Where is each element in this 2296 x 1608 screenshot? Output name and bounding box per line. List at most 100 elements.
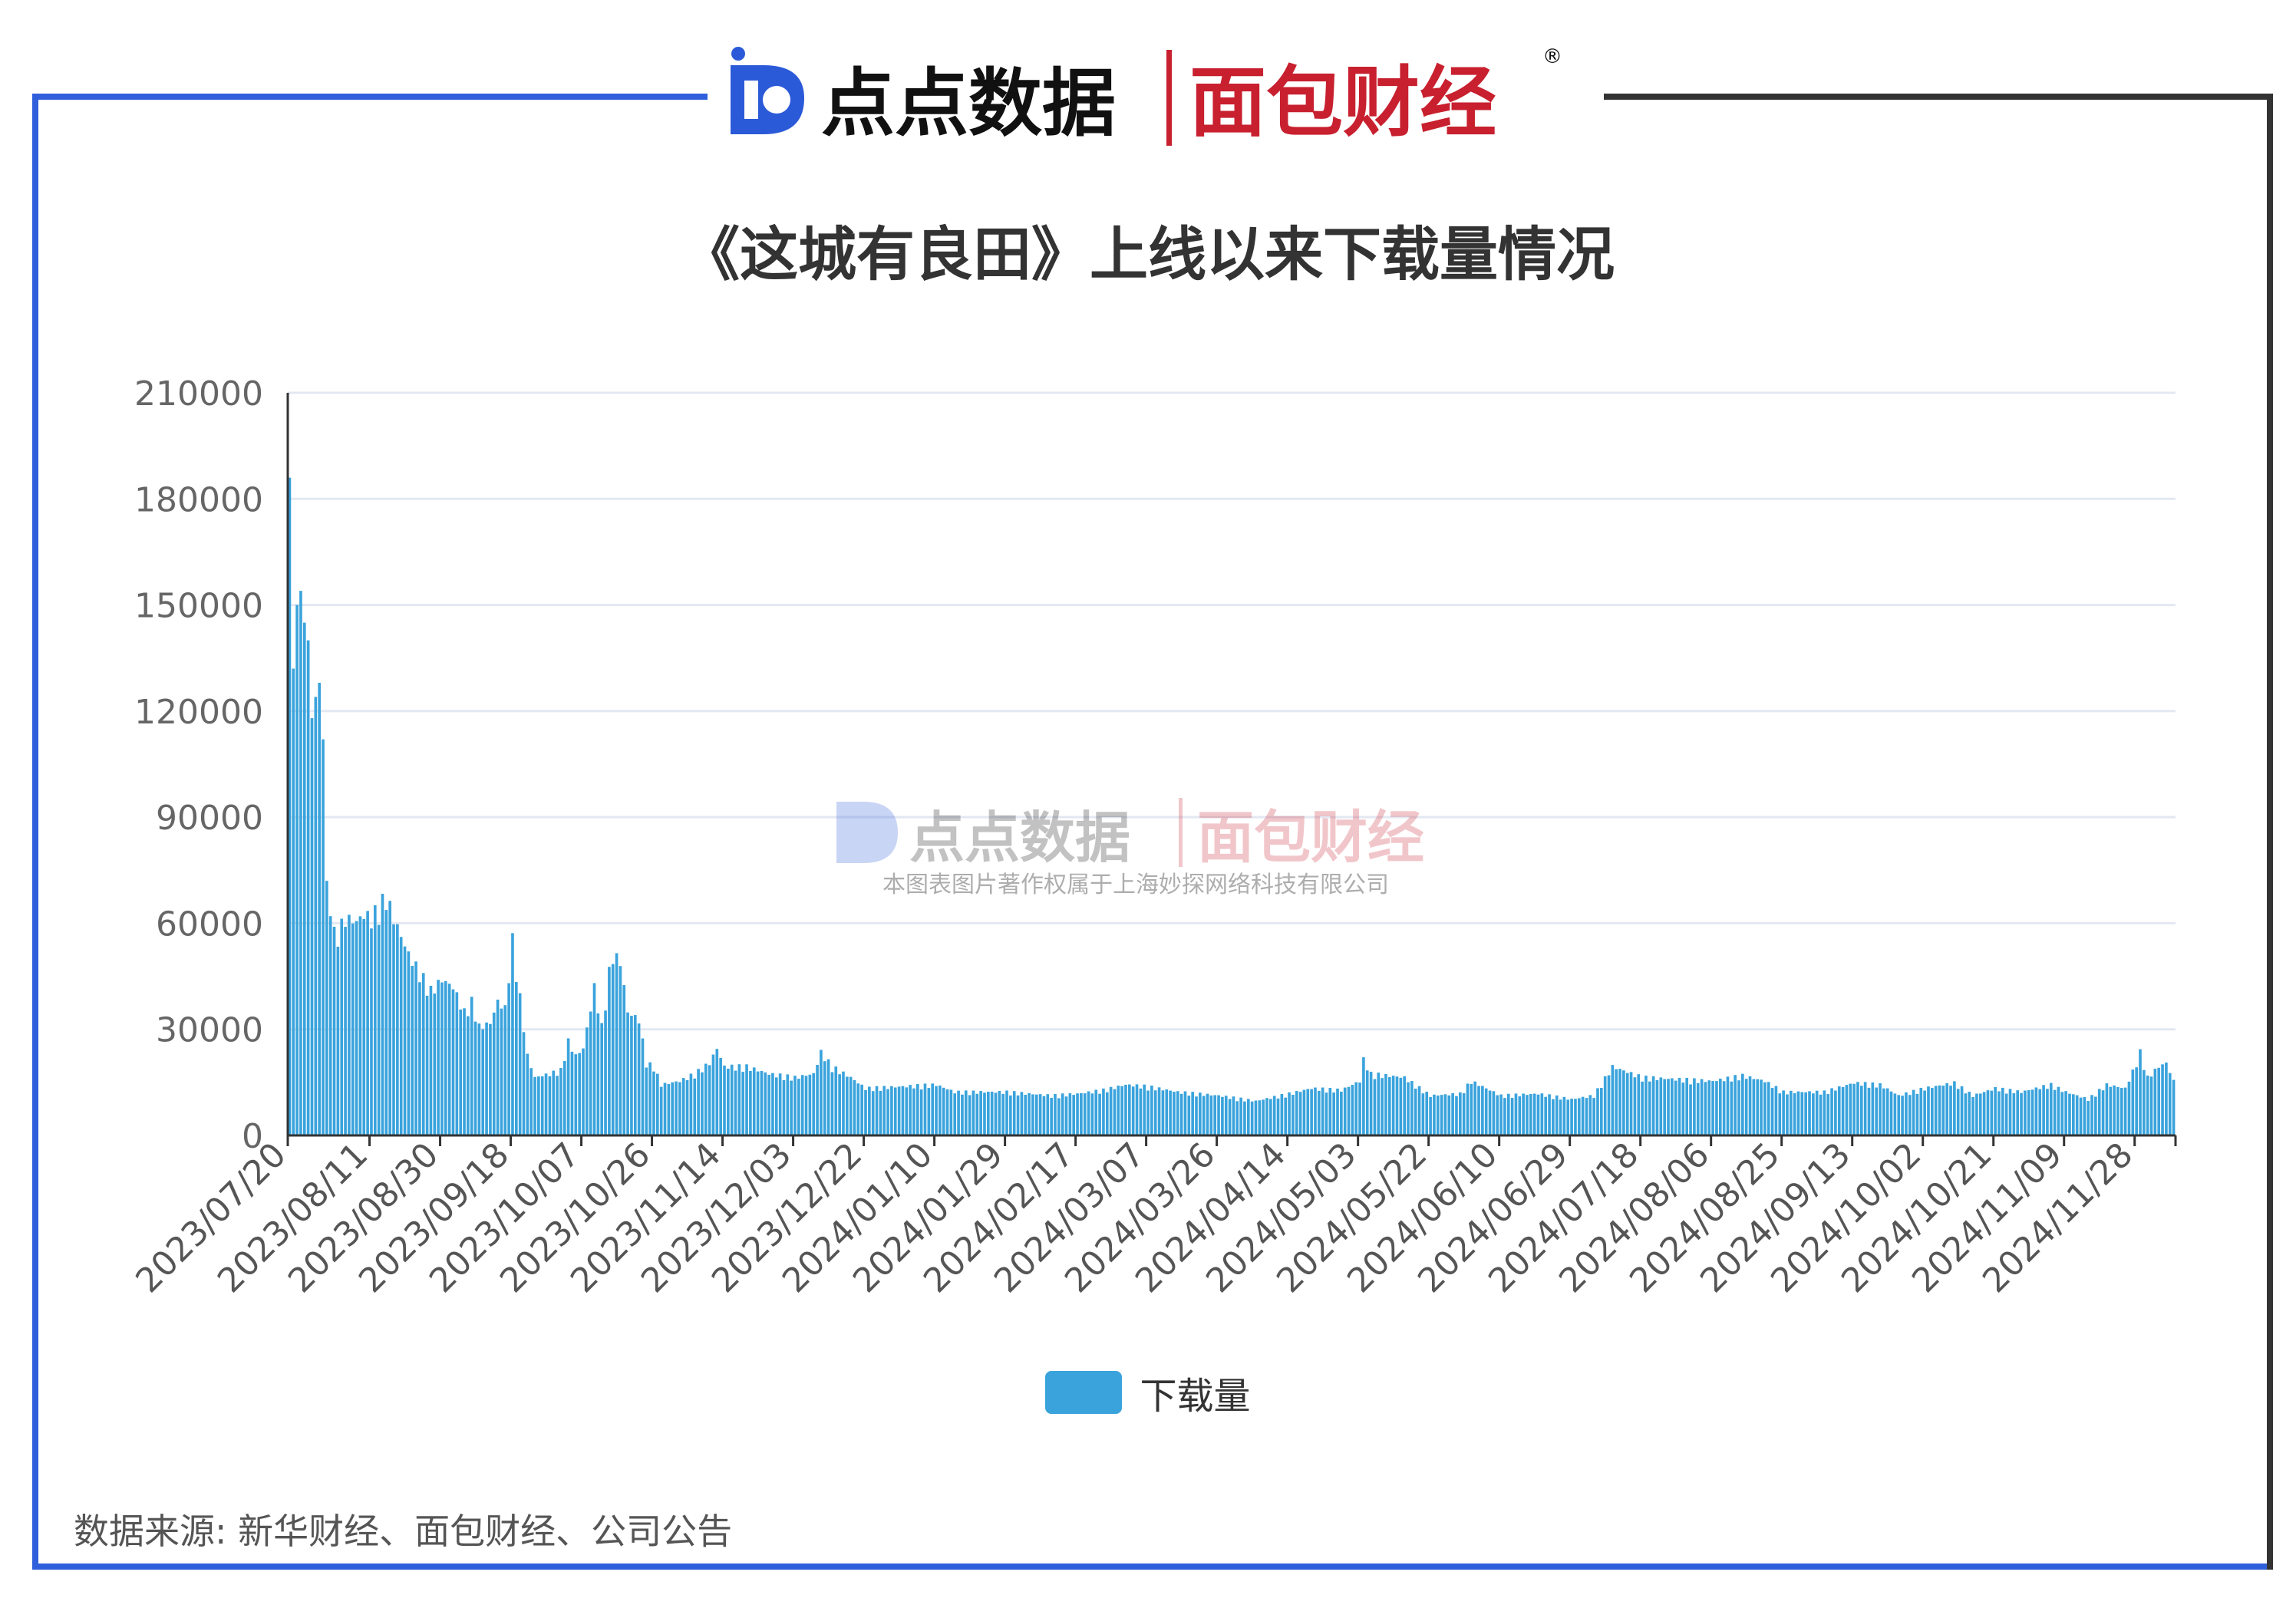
bar xyxy=(685,1079,689,1135)
bar xyxy=(2008,1089,2012,1135)
bar xyxy=(1228,1099,1232,1135)
bar xyxy=(886,1089,889,1135)
bar xyxy=(1774,1086,1778,1135)
bar xyxy=(1031,1094,1034,1135)
bar xyxy=(500,1008,503,1135)
bar xyxy=(708,1065,711,1135)
bar xyxy=(812,1073,816,1135)
bar xyxy=(998,1091,1001,1135)
bar xyxy=(1671,1078,1674,1135)
bar xyxy=(1808,1091,1811,1135)
bar xyxy=(537,1076,540,1135)
bar xyxy=(1250,1101,1254,1135)
bar xyxy=(942,1087,945,1135)
bar xyxy=(983,1092,986,1135)
bar xyxy=(2172,1079,2176,1135)
bar xyxy=(1763,1082,1767,1135)
bar xyxy=(1760,1079,1763,1135)
bar xyxy=(1173,1092,1176,1135)
bar xyxy=(1135,1084,1139,1135)
bar xyxy=(1221,1096,1224,1135)
bar xyxy=(1407,1082,1410,1135)
bar xyxy=(719,1057,722,1135)
bar xyxy=(1793,1092,1796,1135)
bar xyxy=(823,1061,826,1135)
gridlines xyxy=(288,391,2176,1031)
bar xyxy=(1254,1100,1258,1135)
bar xyxy=(1674,1080,1677,1135)
bar xyxy=(890,1086,893,1135)
bar xyxy=(961,1094,964,1135)
bar xyxy=(362,918,366,1135)
bar xyxy=(1618,1069,1621,1135)
bar xyxy=(1982,1092,1986,1135)
bar xyxy=(1559,1099,1562,1135)
bar xyxy=(1098,1093,1101,1135)
bar xyxy=(652,1071,655,1135)
bar xyxy=(1076,1093,1079,1135)
bar xyxy=(306,640,310,1135)
bar xyxy=(1328,1088,1332,1135)
chart-legend[interactable]: 下载量 xyxy=(0,1366,2296,1419)
bar xyxy=(1588,1095,1592,1135)
bar xyxy=(1169,1090,1172,1135)
bar xyxy=(1856,1082,1859,1135)
bar xyxy=(830,1072,834,1135)
bar xyxy=(328,916,332,1135)
bar xyxy=(1637,1074,1641,1135)
bar xyxy=(1206,1093,1209,1135)
bar xyxy=(1756,1079,1760,1135)
bar xyxy=(931,1083,934,1135)
bar xyxy=(1199,1092,1202,1135)
bar xyxy=(1105,1092,1109,1135)
bar xyxy=(1447,1095,1451,1135)
bar xyxy=(1934,1086,1938,1135)
bar xyxy=(392,924,395,1135)
bar xyxy=(1596,1088,1599,1135)
bar xyxy=(1131,1086,1135,1135)
bar xyxy=(384,910,388,1135)
bar xyxy=(1143,1084,1146,1135)
bar xyxy=(388,901,391,1135)
bar xyxy=(1384,1073,1387,1135)
bar xyxy=(619,966,622,1135)
bar xyxy=(1046,1094,1050,1135)
bar xyxy=(351,923,355,1135)
bar xyxy=(1153,1090,1157,1135)
bar xyxy=(1176,1091,1179,1135)
bar xyxy=(1655,1079,1659,1135)
bar xyxy=(1752,1079,1756,1135)
bar xyxy=(1741,1073,1744,1135)
bar xyxy=(1120,1086,1123,1135)
bar xyxy=(1667,1079,1670,1135)
bar xyxy=(1644,1076,1648,1135)
bar xyxy=(1663,1079,1666,1135)
bar xyxy=(1685,1077,1689,1135)
bar xyxy=(604,1010,607,1135)
bar xyxy=(440,982,444,1135)
bar xyxy=(897,1086,901,1135)
bar xyxy=(1302,1089,1306,1135)
bar xyxy=(882,1086,886,1135)
bar xyxy=(1845,1085,1849,1135)
bar xyxy=(845,1076,849,1135)
bar xyxy=(370,928,373,1135)
bar xyxy=(1548,1094,1551,1135)
bar xyxy=(1819,1094,1823,1135)
bar xyxy=(1830,1088,1833,1135)
bar xyxy=(1964,1093,1968,1135)
bar xyxy=(760,1070,764,1135)
bar xyxy=(1262,1099,1265,1135)
bar xyxy=(1526,1095,1529,1135)
bar xyxy=(570,1051,574,1135)
bar xyxy=(1343,1087,1347,1135)
bar xyxy=(1971,1096,1974,1135)
bar xyxy=(1332,1092,1335,1135)
bar xyxy=(1102,1088,1105,1135)
bar xyxy=(518,993,522,1135)
bar xyxy=(355,921,358,1135)
bar xyxy=(533,1076,536,1135)
bar xyxy=(596,1013,600,1135)
bar xyxy=(1938,1085,1941,1135)
bar xyxy=(1433,1094,1436,1135)
